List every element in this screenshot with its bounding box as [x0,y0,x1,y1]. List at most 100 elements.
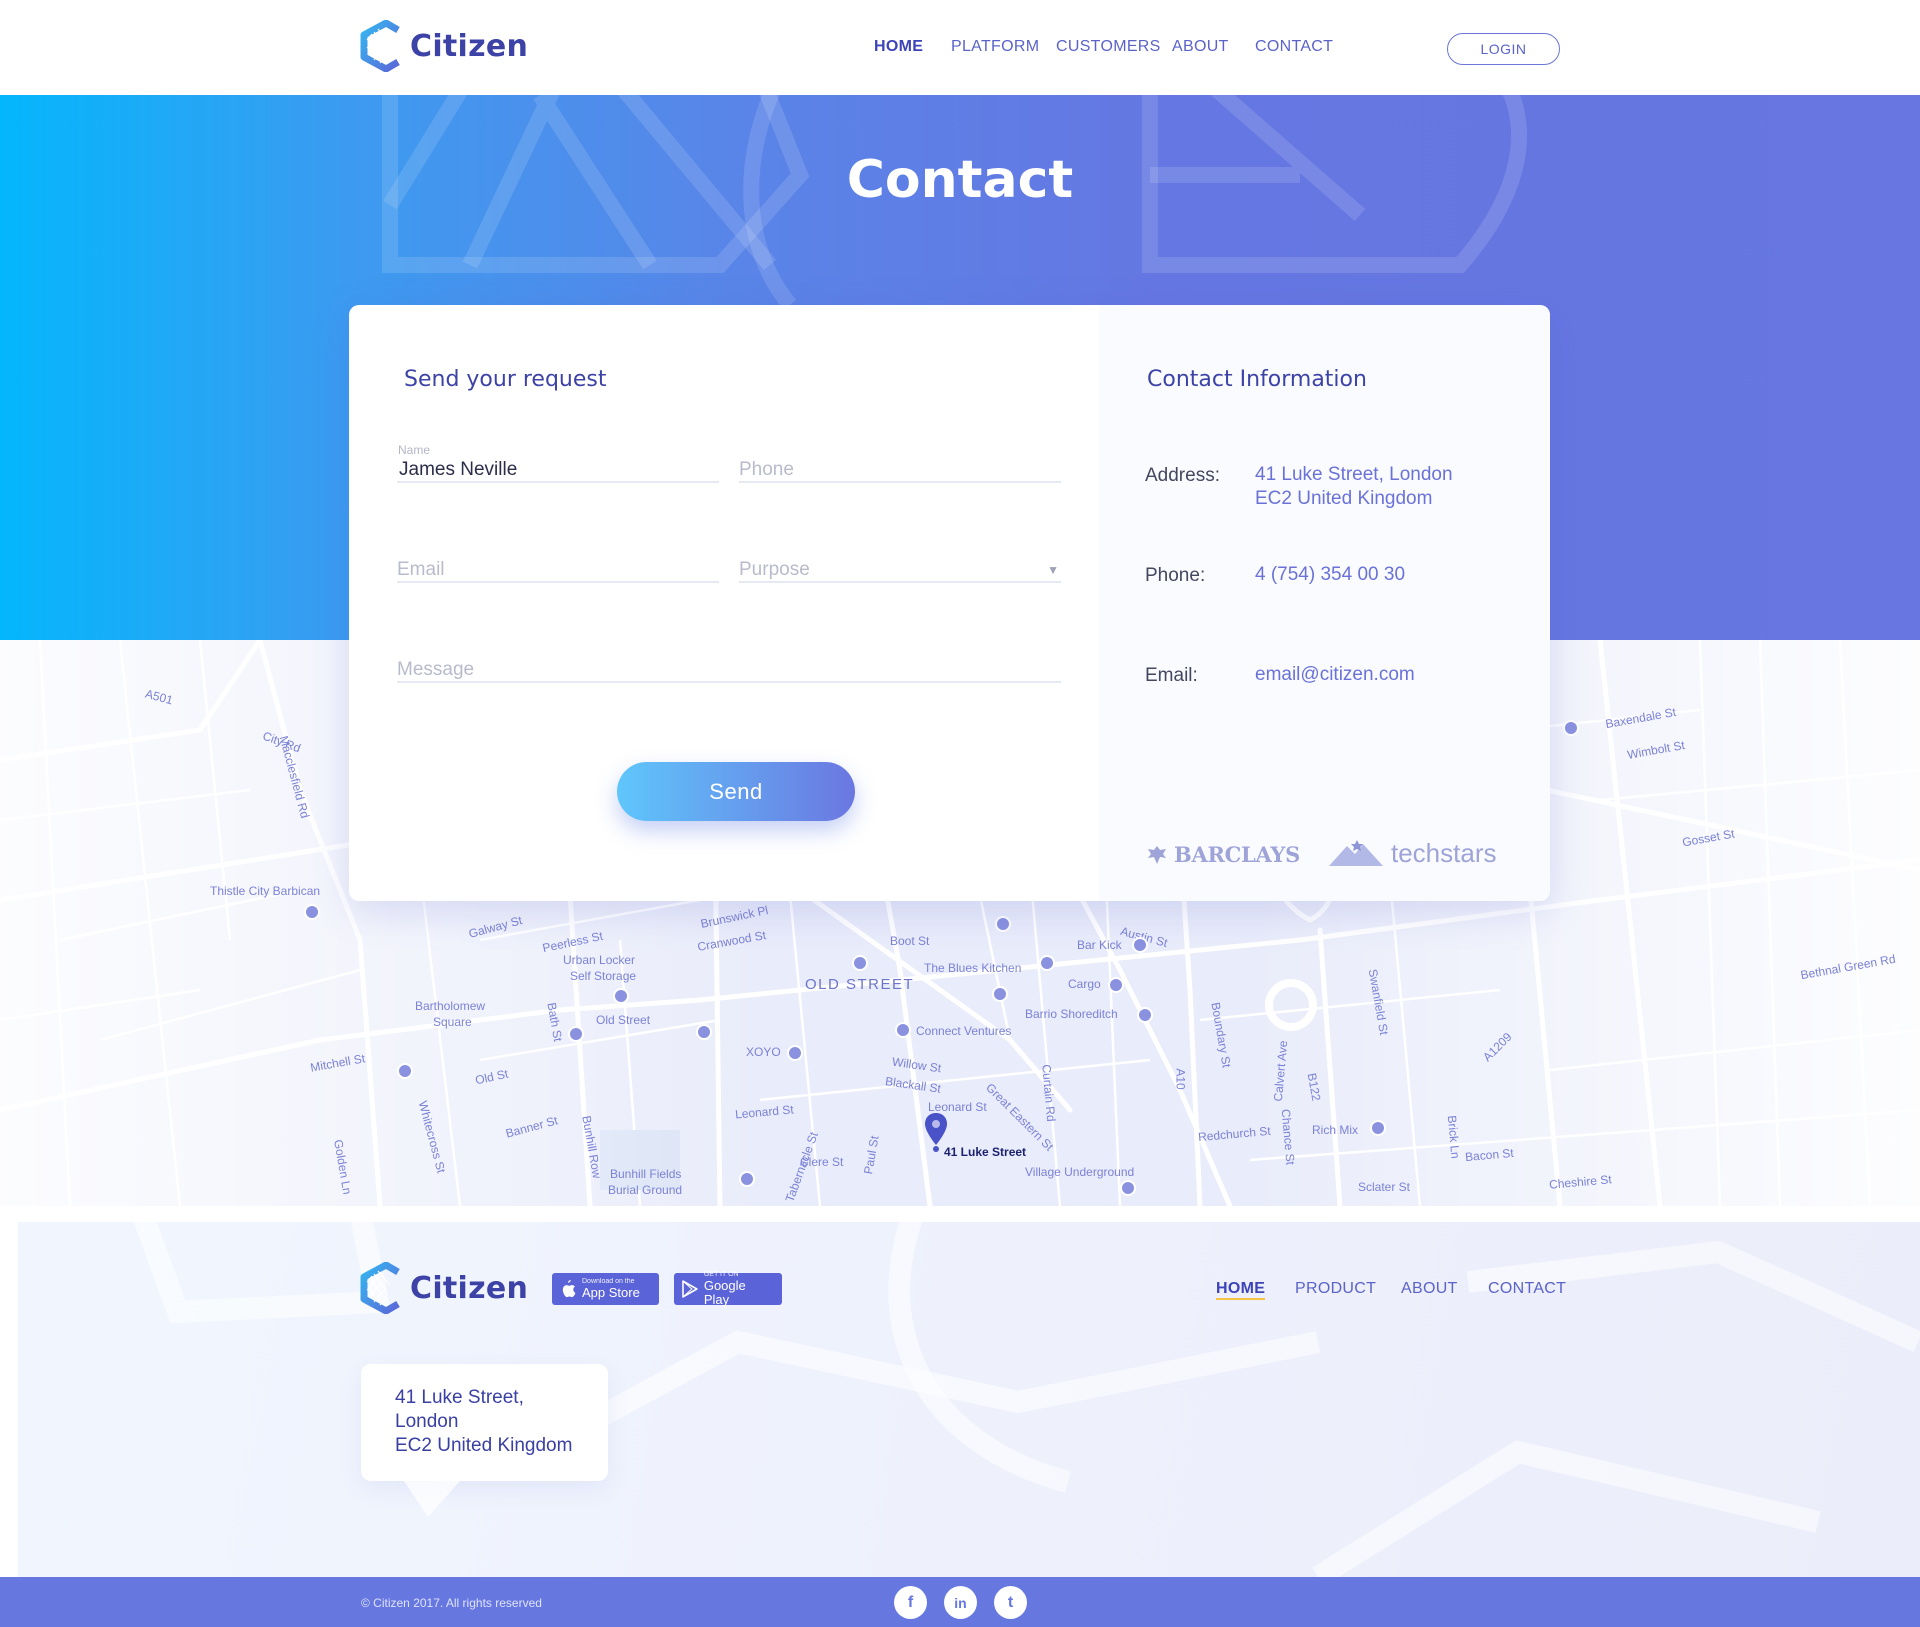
footer-address: 41 Luke Street, London EC2 United Kingdo… [395,1386,572,1458]
googleplay-caption: GET IT ON [703,1271,739,1278]
googleplay-label: Google Play [703,1278,746,1307]
twitter-icon[interactable]: t [994,1586,1027,1619]
map-poi-icon[interactable] [1132,937,1148,953]
map-poi-icon[interactable] [852,955,868,971]
map-label: Old Street [596,1013,651,1027]
map-label: Square [433,1015,472,1029]
email-placeholder: Email [397,559,445,580]
map-label: Rich Mix [1312,1123,1359,1137]
map-label: Burial Ground [608,1183,683,1197]
map-poi-icon[interactable] [787,1045,803,1061]
footer-nav-home[interactable]: HOME [1216,1280,1266,1300]
purpose-placeholder: Purpose [739,559,810,580]
map-poi-icon[interactable] [304,904,320,920]
purpose-select[interactable]: Purpose ▼ [739,543,1061,583]
footer-nav-contact[interactable]: CONTACT [1488,1280,1566,1298]
map-label: Village Underground [1025,1165,1135,1179]
map-label: Urban Locker [563,953,636,967]
phone-value[interactable]: 4 (754) 354 00 30 [1255,563,1405,587]
footer-logo[interactable]: Citizen [358,1262,528,1314]
map-label: Bartholomew [415,999,486,1013]
appstore-caption: Download on the [582,1278,635,1285]
map-label: Clere St [800,1155,844,1169]
copyright: © Citizen 2017. All rights reserved [361,1596,542,1610]
brand-name: Citizen [410,1270,529,1306]
phone-field[interactable]: Phone [739,443,1061,483]
map-label: Bar Kick [1077,938,1122,952]
brand-name: Citizen [410,28,529,64]
map-poi-icon[interactable] [739,1171,755,1187]
map-poi-icon[interactable] [568,1026,584,1042]
map-label: Connect Ventures [916,1024,1012,1038]
nav-platform[interactable]: PLATFORM [951,38,1039,56]
footer-address-line-2: London [395,1411,459,1432]
citizen-logo-icon [360,1262,400,1314]
googleplay-button[interactable]: GET IT ON Google Play [674,1271,782,1307]
site-header: Citizen HOME PLATFORM CUSTOMERS ABOUT CO… [0,0,1920,95]
partner-name: BARCLAYS [1174,842,1300,867]
footer-nav-product[interactable]: PRODUCT [1295,1280,1376,1298]
techstars-logo: techstars [1329,838,1497,869]
facebook-icon[interactable]: f [894,1586,927,1619]
map-poi-icon[interactable] [613,988,629,1004]
contact-card: Send your request Name James Neville Pho… [349,305,1550,901]
partner-name: techstars [1391,838,1497,868]
map-label: The Blues Kitchen [924,961,1022,975]
name-value: James Neville [399,459,518,480]
map-label: OLD STREET [805,976,915,993]
logo[interactable]: Citizen [358,20,528,72]
google-play-icon [682,1280,698,1298]
map-poi-icon[interactable] [895,1022,911,1038]
map-label: Boot St [890,934,930,948]
map-label: Leonard St [928,1100,987,1114]
barclays-logo: BARCLAYS [1146,842,1300,867]
bottom-bar: © Citizen 2017. All rights reserved f in… [0,1577,1920,1627]
address-line-2: EC2 United Kingdom [1255,488,1433,509]
map-label: Thistle City Barbican [210,884,321,898]
map-poi-icon[interactable] [1137,1007,1153,1023]
email-field[interactable]: Email [397,543,719,583]
phone-placeholder: Phone [739,459,794,480]
chevron-down-icon: ▼ [1047,563,1059,577]
name-field[interactable]: Name James Neville [397,443,719,483]
map-poi-icon[interactable] [1370,1120,1386,1136]
map-poi-icon[interactable] [1120,1180,1136,1196]
nav-customers[interactable]: CUSTOMERS [1056,38,1161,56]
footer-address-line-3: EC2 United Kingdom [395,1435,573,1456]
contact-info-title: Contact Information [1147,367,1367,392]
email-value[interactable]: email@citizen.com [1255,663,1415,687]
map-label: Cargo [1068,977,1101,991]
page-title: Contact [846,150,1074,210]
appstore-button[interactable]: Download on the App Store [552,1273,659,1305]
map-poi-icon[interactable] [696,1024,712,1040]
send-button[interactable]: Send [617,762,855,821]
nav-home[interactable]: HOME [874,38,923,56]
eagle-icon [1148,845,1166,864]
map-poi-icon[interactable] [1039,955,1055,971]
footer-address-card: 41 Luke Street, London EC2 United Kingdo… [361,1364,608,1481]
message-field[interactable]: Message [397,643,1061,683]
apple-icon [562,1280,576,1298]
map-label: XOYO [746,1045,781,1059]
site-footer: Citizen Download on the App Store GET IT… [18,1222,1920,1577]
map-poi-icon[interactable] [1563,720,1579,736]
map-label: Self Storage [570,969,637,983]
map-label: Sclater St [1358,1180,1411,1194]
phone-label: Phone: [1145,565,1206,586]
footer-nav-about[interactable]: ABOUT [1401,1280,1458,1298]
map-poi-icon[interactable] [397,1063,413,1079]
footer-address-line-1: 41 Luke Street, [395,1387,524,1408]
map-poi-icon[interactable] [992,986,1008,1002]
nav-contact[interactable]: CONTACT [1255,38,1333,56]
map-pin-label: 41 Luke Street [944,1145,1027,1159]
email-label: Email: [1145,665,1198,686]
address-line-1: 41 Luke Street, London [1255,464,1453,485]
map-poi-icon[interactable] [995,916,1011,932]
map-label: A10 [1173,1068,1188,1090]
login-button[interactable]: LOGIN [1447,33,1560,65]
name-label: Name [398,443,431,457]
nav-about[interactable]: ABOUT [1172,38,1229,56]
map-poi-icon[interactable] [1108,977,1124,993]
linkedin-icon[interactable]: in [944,1586,977,1619]
message-placeholder: Message [397,659,475,680]
